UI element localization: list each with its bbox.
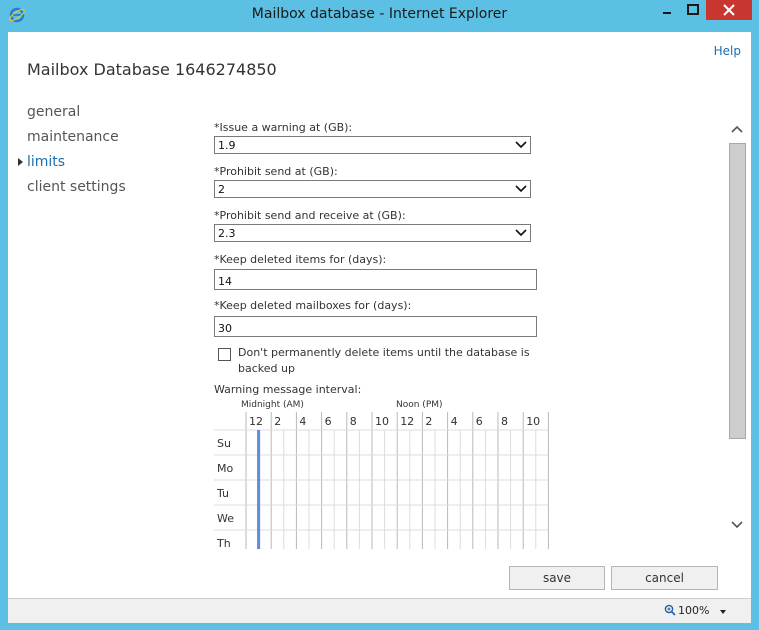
cancel-button[interactable]: cancel [611,566,718,590]
keep-deleted-mailboxes-input[interactable] [215,318,518,337]
dont-delete-until-backup-checkbox[interactable] [218,348,231,361]
prohibit-send-receive-label: *Prohibit send and receive at (GB): [214,209,406,222]
keep-deleted-mailboxes-field[interactable] [214,316,537,337]
minimize-icon [663,12,671,14]
prohibit-send-receive-select[interactable]: 2.3 [214,224,531,242]
sidebar-item-maintenance[interactable]: maintenance [27,129,119,145]
hour-label: 4 [299,415,306,428]
hour-label: 8 [350,415,357,428]
day-label: Th [216,537,231,549]
hour-label: 6 [476,415,483,428]
day-label: Mo [217,462,233,475]
midnight-label: Midnight (AM) [241,400,304,410]
day-label: Su [217,437,231,450]
keep-deleted-mailboxes-label: *Keep deleted mailboxes for (days): [214,299,412,312]
prohibit-send-label: *Prohibit send at (GB): [214,165,338,178]
active-item-arrow-icon [18,158,23,166]
minimize-button[interactable] [654,0,680,20]
help-link[interactable]: Help [714,44,741,58]
dont-delete-until-backup-label: Don't permanently delete items until the… [238,346,530,375]
keep-deleted-items-field[interactable] [214,269,537,290]
zoom-dropdown-icon[interactable] [720,610,726,614]
status-bar: 100% [8,598,751,623]
close-icon [723,4,735,16]
hour-label: 6 [325,415,332,428]
chevron-down-icon [515,229,527,237]
scroll-up-icon[interactable] [730,124,744,134]
scroll-down-icon[interactable] [730,520,744,530]
schedule-grid[interactable]: 12 2 4 6 8 10 12 2 4 6 8 10 Su Mo Tu We Th [214,412,552,549]
keep-deleted-items-label: *Keep deleted items for (days): [214,253,387,266]
sidebar-item-general[interactable]: general [27,104,80,120]
hour-label: 2 [425,415,432,428]
save-button[interactable]: save [509,566,605,590]
sidebar-item-limits[interactable]: limits [27,154,65,170]
dialog-body: Help Mailbox Database 1646274850 general… [8,32,751,598]
hour-label: 2 [274,415,281,428]
issue-warning-label: *Issue a warning at (GB): [214,121,353,134]
day-label: We [217,512,234,525]
prohibit-send-value: 2 [218,183,225,196]
page-title: Mailbox Database 1646274850 [27,60,277,79]
noon-label: Noon (PM) [396,400,443,410]
keep-deleted-items-input[interactable] [215,271,518,290]
prohibit-send-select[interactable]: 2 [214,180,531,198]
warning-interval-schedule[interactable]: 12 2 4 6 8 10 12 2 4 6 8 10 Su Mo Tu We Th [214,412,552,549]
prohibit-send-receive-value: 2.3 [218,227,236,240]
hour-label: 4 [451,415,458,428]
warning-interval-label: Warning message interval: [214,383,362,396]
scrollbar-thumb[interactable] [729,143,746,439]
window-title: Mailbox database - Internet Explorer [251,6,508,22]
chevron-down-icon [515,141,527,149]
hour-label: 12 [249,415,263,428]
hour-label: 10 [375,415,389,428]
maximize-button[interactable] [680,0,706,20]
hour-label: 8 [501,415,508,428]
zoom-icon[interactable] [664,604,676,616]
selected-interval-marker[interactable] [257,430,261,549]
sidebar-item-client-settings[interactable]: client settings [27,179,126,195]
title-bar: Mailbox database - Internet Explorer [0,0,759,32]
zoom-level[interactable]: 100% [678,604,709,617]
hour-label: 12 [400,415,414,428]
issue-warning-value: 1.9 [218,139,236,152]
close-button[interactable] [706,0,752,20]
hour-label: 10 [526,415,540,428]
day-label: Tu [216,487,229,500]
maximize-icon [687,4,699,15]
issue-warning-select[interactable]: 1.9 [214,136,531,154]
chevron-down-icon [515,185,527,193]
